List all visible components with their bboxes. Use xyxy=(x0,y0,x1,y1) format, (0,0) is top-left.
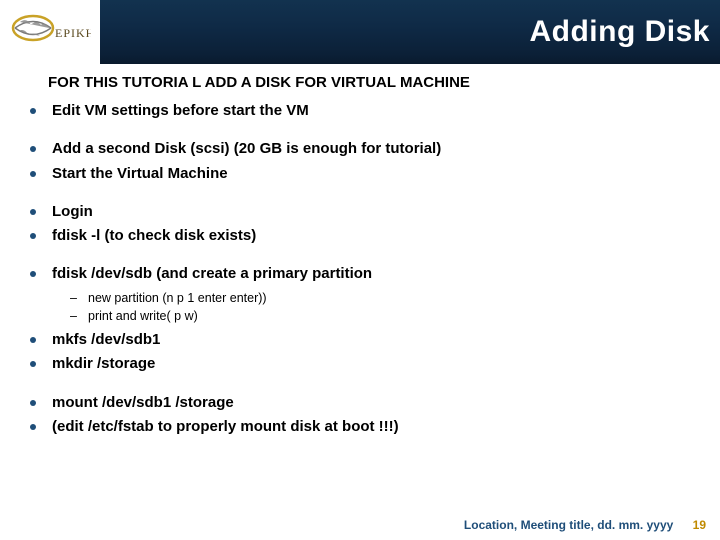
list-item-text: fdisk /dev/sdb (and create a primary par… xyxy=(52,265,372,282)
sub-list-item: print and write( p w) xyxy=(70,307,708,326)
slide-title: Adding Disk xyxy=(100,15,720,49)
slide-subtitle: FOR THIS TUTORIA L ADD A DISK FOR VIRTUA… xyxy=(48,74,708,91)
list-item: Start the Virtual Machine xyxy=(22,164,708,184)
list-item: fdisk -l (to check disk exists) xyxy=(22,226,708,246)
slide-footer: Location, Meeting title, dd. mm. yyyy 19 xyxy=(464,518,706,532)
list-item: fdisk /dev/sdb (and create a primary par… xyxy=(22,264,708,326)
sub-bullet-list: new partition (n p 1 enter enter)) print… xyxy=(70,289,708,327)
list-item: Edit VM settings before start the VM xyxy=(22,101,708,121)
list-item: mkdir /storage xyxy=(22,354,708,374)
bullet-list: Edit VM settings before start the VM Add… xyxy=(22,101,708,437)
list-item: mount /dev/sdb1 /storage xyxy=(22,393,708,413)
list-item: mkfs /dev/sdb1 xyxy=(22,330,708,350)
footer-meta: Location, Meeting title, dd. mm. yyyy xyxy=(464,518,673,532)
list-item: (edit /etc/fstab to properly mount disk … xyxy=(22,417,708,437)
list-item: Login xyxy=(22,202,708,222)
epikh-logo: EPIKH xyxy=(9,8,91,56)
slide-body: FOR THIS TUTORIA L ADD A DISK FOR VIRTUA… xyxy=(0,64,720,437)
slide-header: EPIKH Adding Disk xyxy=(0,0,720,64)
page-number: 19 xyxy=(693,518,706,532)
logo-text: EPIKH xyxy=(55,26,91,40)
sub-list-item: new partition (n p 1 enter enter)) xyxy=(70,289,708,308)
logo-container: EPIKH xyxy=(0,0,100,64)
list-item: Add a second Disk (scsi) (20 GB is enoug… xyxy=(22,139,708,159)
